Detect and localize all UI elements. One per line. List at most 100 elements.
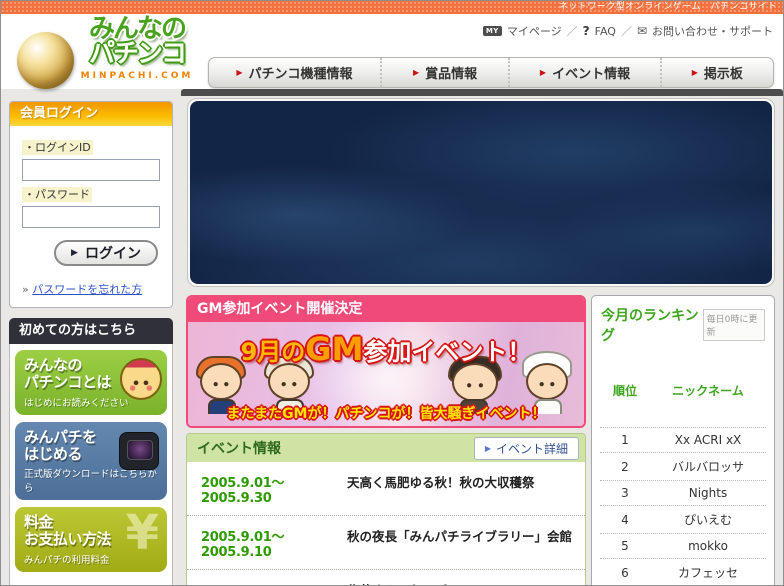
login-id-input[interactable] (22, 159, 160, 181)
arrow-icon: ▶ (692, 68, 698, 77)
ranking-nickname[interactable]: Xx ACRI xX (650, 433, 766, 447)
download-device-icon (119, 432, 159, 470)
logo-line2: パチンコ (63, 41, 211, 67)
ranking-header: 今月のランキング 毎日0時に更新 (601, 305, 765, 345)
main-navigation: ▶ パチンコ機種情報 ▶ 賞品情報 ▶ イベント情報 ▶ 掲示板 (208, 57, 774, 88)
event-detail-button[interactable]: ▶ イベント詳細 (474, 437, 579, 460)
ranking-row: 5 mokko (600, 534, 766, 559)
forgot-password-row: » パスワードを忘れた方 (22, 281, 160, 297)
my-badge-icon: MY (483, 26, 502, 36)
login-form: ・ログインID ・パスワード ▶ ログイン » パスワードを忘れた方 (10, 126, 172, 307)
login-button[interactable]: ▶ ログイン (54, 240, 158, 266)
event-info-box: イベント情報 ▶ イベント詳細 2005.9.01～2005.9.30 天高く馬… (186, 433, 586, 586)
utility-separator: ／ (621, 23, 632, 39)
monthly-ranking-box: 今月のランキング 毎日0時に更新 順位 ニックネーム 1 Xx ACRI xX (591, 295, 775, 586)
ranking-column: 今月のランキング 毎日0時に更新 順位 ニックネーム 1 Xx ACRI xX (591, 295, 775, 586)
header: みんなの パチンコ MINPACHI.COM MY マイページ ／ ? FAQ … (1, 14, 783, 89)
nav-tab-prize-info[interactable]: ▶ 賞品情報 (380, 58, 509, 87)
nav-tab-label: イベント情報 (552, 63, 630, 82)
event-name: 佐藤さんのおつげ (347, 580, 447, 586)
about-minpachi-card[interactable]: みんなの パチンコとは はじめにお読みください (15, 350, 167, 415)
nav-tab-board[interactable]: ▶ 掲示板 (660, 58, 773, 87)
nav-tab-label: パチンコ機種情報 (248, 63, 352, 82)
rank-column-header: 順位 (600, 382, 650, 399)
hero-banner-frame (187, 98, 775, 287)
arrow-icon: ▶ (485, 444, 491, 453)
nickname-column-header: ニックネーム (650, 382, 766, 399)
arrow-icon: ▶ (540, 68, 546, 77)
event-name: 天高く馬肥ゆる秋！秋の大収穫祭 (347, 472, 535, 491)
event-detail-label: イベント詳細 (496, 440, 568, 457)
faq-link[interactable]: FAQ (595, 25, 616, 38)
arrow-icon: ▶ (71, 248, 78, 258)
beginner-section-title: 初めての方はこちら (9, 318, 173, 344)
gm-event-banner[interactable]: 9月のGM参加イベント！ (188, 322, 584, 426)
center-column: GM参加イベント開催決定 9月のGM参加イベント！ (186, 295, 586, 586)
lower-columns: GM参加イベント開催決定 9月のGM参加イベント！ (186, 295, 775, 586)
login-id-label: ・ログインID (22, 139, 160, 155)
gm-event-box: GM参加イベント開催決定 9月のGM参加イベント！ (186, 295, 586, 428)
nav-tab-label: 掲示板 (704, 63, 743, 82)
mascot-girl-icon (120, 358, 162, 400)
ranking-row: 6 カフェッセ (600, 559, 766, 586)
event-date: 2005.9.09、2005.9.10 (201, 580, 347, 586)
mail-icon: ✉ (637, 24, 647, 38)
main-column: GM参加イベント開催決定 9月のGM参加イベント！ (181, 89, 783, 586)
utility-separator: ／ (567, 23, 578, 39)
event-date: 2005.9.01～2005.9.30 (201, 472, 347, 506)
nav-tab-event-info[interactable]: ▶ イベント情報 (508, 58, 659, 87)
nav-tab-label: 賞品情報 (425, 63, 477, 82)
site-tagline: ネットワーク型オンラインゲーム パチンコサイト (559, 1, 777, 14)
ranking-nickname[interactable]: ぴいえむ (650, 511, 766, 528)
question-icon: ? (583, 24, 590, 38)
beginner-cards: みんなの パチンコとは はじめにお読みください みんパチを はじめる 正式版ダウ… (9, 344, 173, 586)
gm-banner-title: 9月のGM参加イベント！ (188, 330, 584, 368)
beginner-section: 初めての方はこちら みんなの パチンコとは はじめにお読みください みんパチを (9, 318, 173, 586)
site-logo[interactable]: みんなの パチンコ MINPACHI.COM (15, 10, 210, 106)
ranking-nickname[interactable]: カフェッセ (650, 564, 766, 581)
event-name: 秋の夜長「みんパチライブラリー」会館 (347, 526, 572, 545)
nav-tab-machine-info[interactable]: ▶ パチンコ機種情報 (209, 58, 380, 87)
ranking-row: 4 ぴいえむ (600, 506, 766, 534)
payment-info-card[interactable]: 料金 お支払い方法 みんパチの利用料金 ¥ (15, 507, 167, 572)
event-info-header: イベント情報 ▶ イベント詳細 (187, 434, 585, 462)
ranking-column-headers: 順位 ニックネーム (600, 353, 766, 428)
ranking-update-note: 毎日0時に更新 (703, 309, 765, 341)
yen-icon: ¥ (126, 507, 159, 560)
sidebar: 会員ログイン ・ログインID ・パスワード ▶ ログイン » パスワードを忘れた… (1, 89, 181, 586)
arrow-icon: ▶ (413, 68, 419, 77)
event-date: 2005.9.01～2005.9.10 (201, 526, 347, 560)
hero-banner-image[interactable] (190, 101, 772, 284)
page: ネットワーク型オンラインゲーム パチンコサイト みんなの パチンコ MINPAC… (0, 0, 784, 586)
event-list-item[interactable]: 2005.9.01～2005.9.10 秋の夜長「みんパチライブラリー」会館 (187, 516, 585, 570)
contact-link[interactable]: お問い合わせ・サポート (652, 23, 773, 39)
ranking-title: 今月のランキング (601, 305, 703, 345)
logo-domain: MINPACHI.COM (63, 71, 211, 81)
ranking-nickname[interactable]: mokko (650, 539, 766, 553)
password-input[interactable] (22, 206, 160, 228)
ranking-row: 1 Xx ACRI xX (600, 428, 766, 453)
device-screen (127, 440, 153, 460)
password-label: ・パスワード (22, 186, 160, 202)
card-subtitle: 正式版ダウンロードはこちらから (24, 466, 158, 494)
start-minpachi-card[interactable]: みんパチを はじめる 正式版ダウンロードはこちらから (15, 422, 167, 501)
event-info-title: イベント情報 (197, 438, 281, 458)
ranking-row: 2 バルバロッサ (600, 453, 766, 481)
member-login-box: 会員ログイン ・ログインID ・パスワード ▶ ログイン » パスワードを忘れた… (9, 101, 173, 308)
gm-banner-subtitle: またまたGMが！パチンコが！皆大騒ぎイベント！ (188, 403, 584, 423)
event-list-item[interactable]: 2005.9.01～2005.9.30 天高く馬肥ゆる秋！秋の大収穫祭 (187, 462, 585, 516)
ranking-row: 3 Nights (600, 481, 766, 506)
ranking-nickname[interactable]: Nights (650, 486, 766, 500)
login-button-label: ログイン (85, 243, 141, 263)
link-arrow-icon: » (22, 283, 29, 296)
logo-text: みんなの パチンコ MINPACHI.COM (63, 16, 211, 81)
event-list-item[interactable]: 2005.9.09、2005.9.10 佐藤さんのおつげ (187, 570, 585, 586)
ranking-nickname[interactable]: バルバロッサ (650, 458, 766, 475)
header-divider-bar (181, 89, 783, 96)
arrow-icon: ▶ (236, 68, 242, 77)
utility-links: MY マイページ ／ ? FAQ ／ ✉ お問い合わせ・サポート (483, 23, 773, 39)
mypage-link[interactable]: マイページ (507, 23, 562, 39)
gm-event-header: GM参加イベント開催決定 (188, 297, 584, 322)
forgot-password-link[interactable]: パスワードを忘れた方 (32, 283, 142, 296)
content-area: 会員ログイン ・ログインID ・パスワード ▶ ログイン » パスワードを忘れた… (1, 89, 783, 586)
